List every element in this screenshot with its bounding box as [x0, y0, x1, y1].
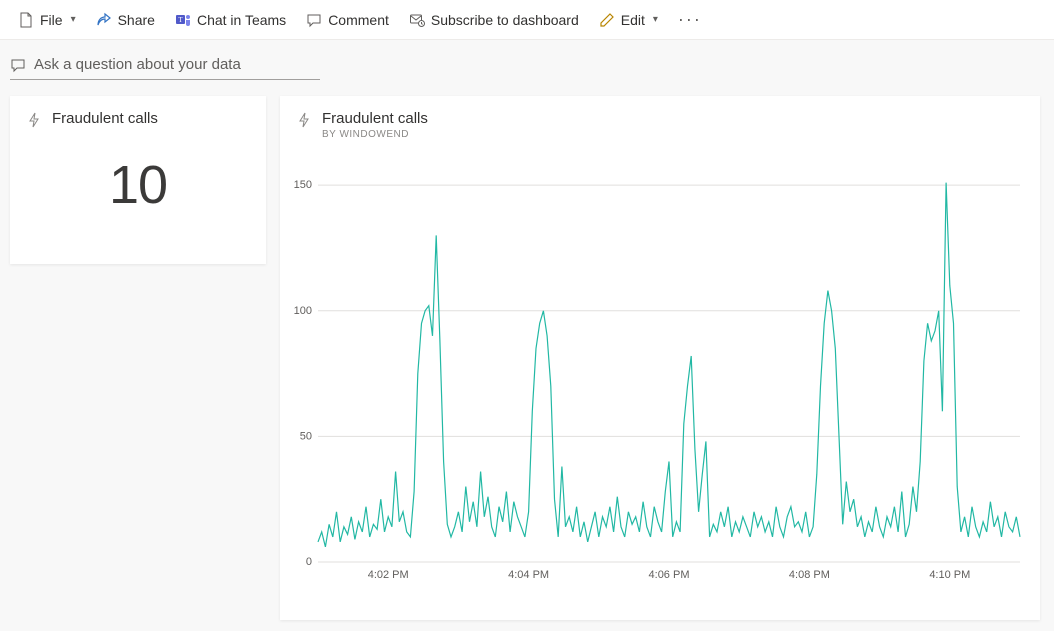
- svg-text:50: 50: [300, 430, 312, 442]
- chart-tile[interactable]: Fraudulent calls By WindowEnd 0 50 100 150 4…: [280, 96, 1040, 620]
- comment-icon: [10, 57, 26, 73]
- teams-icon: T: [175, 12, 191, 28]
- chart-plot: 0501001504:02 PM4:04 PM4:06 PM4:08 PM4:1…: [310, 156, 1024, 584]
- comment-label: Comment: [328, 12, 389, 28]
- chevron-down-icon: ▾: [653, 14, 658, 25]
- svg-text:4:02 PM: 4:02 PM: [368, 569, 409, 581]
- svg-text:4:04 PM: 4:04 PM: [508, 569, 549, 581]
- share-label: Share: [118, 12, 155, 28]
- subscribe-icon: [409, 12, 425, 28]
- ask-input[interactable]: Ask a question about your data: [10, 52, 320, 80]
- kpi-tile[interactable]: Fraudulent calls 10: [10, 96, 266, 264]
- share-icon: [96, 12, 112, 28]
- svg-text:T: T: [178, 16, 183, 24]
- kpi-value: 10: [26, 154, 250, 216]
- lightning-icon: [26, 112, 42, 128]
- edit-menu[interactable]: Edit ▾: [591, 4, 666, 36]
- kpi-header: Fraudulent calls: [26, 110, 250, 128]
- ask-row: Ask a question about your data: [0, 40, 1054, 86]
- kpi-title: Fraudulent calls: [52, 110, 158, 127]
- svg-text:4:08 PM: 4:08 PM: [789, 569, 830, 581]
- ask-placeholder: Ask a question about your data: [34, 56, 241, 73]
- edit-label: Edit: [621, 12, 645, 28]
- chat-label: Chat in Teams: [197, 12, 286, 28]
- pencil-icon: [599, 12, 615, 28]
- comment-icon: [306, 12, 322, 28]
- more-options-button[interactable]: ···: [670, 9, 710, 30]
- toolbar: File ▾ Share T Chat in Teams Comment Sub…: [0, 0, 1054, 40]
- subscribe-label: Subscribe to dashboard: [431, 12, 579, 28]
- share-button[interactable]: Share: [88, 4, 163, 36]
- svg-text:100: 100: [294, 305, 312, 317]
- comment-button[interactable]: Comment: [298, 4, 397, 36]
- chevron-down-icon: ▾: [71, 14, 76, 25]
- lightning-icon: [296, 112, 312, 128]
- dashboard: Fraudulent calls 10 Fraudulent calls By …: [0, 86, 1054, 630]
- chart-title: Fraudulent calls: [322, 110, 428, 127]
- svg-text:150: 150: [294, 179, 312, 191]
- subscribe-button[interactable]: Subscribe to dashboard: [401, 4, 587, 36]
- file-icon: [18, 12, 34, 28]
- chart-header: Fraudulent calls By WindowEnd: [296, 110, 1024, 140]
- svg-text:4:06 PM: 4:06 PM: [649, 569, 690, 581]
- svg-text:0: 0: [306, 556, 312, 568]
- chart-subtitle: By WindowEnd: [322, 129, 428, 140]
- svg-text:4:10 PM: 4:10 PM: [929, 569, 970, 581]
- file-label: File: [40, 12, 63, 28]
- file-menu[interactable]: File ▾: [10, 4, 84, 36]
- chat-teams-button[interactable]: T Chat in Teams: [167, 4, 294, 36]
